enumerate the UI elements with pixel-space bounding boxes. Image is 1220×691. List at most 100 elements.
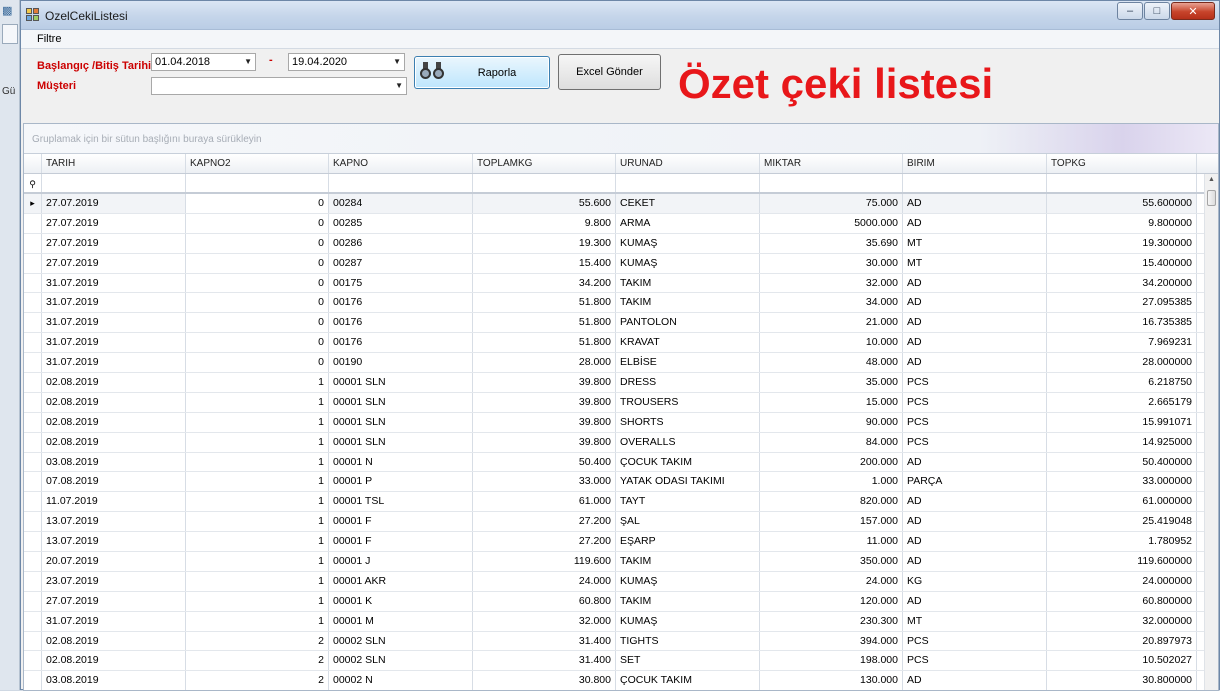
- cell-miktar[interactable]: 35.000: [760, 373, 903, 392]
- cell-urunad[interactable]: SHORTS: [616, 412, 760, 432]
- cell-kapno[interactable]: 00001 SLN: [329, 432, 473, 452]
- cell-miktar[interactable]: 48.000: [760, 353, 903, 373]
- cell-topkg[interactable]: 2.665179: [1047, 392, 1197, 412]
- row-indicator[interactable]: [24, 591, 42, 611]
- cell-miktar[interactable]: 157.000: [760, 512, 903, 532]
- cell-kapno2[interactable]: 0: [186, 273, 329, 293]
- cell-toplamkg[interactable]: 39.800: [473, 373, 616, 392]
- cell-birim[interactable]: AD: [903, 194, 1047, 213]
- cell-topkg[interactable]: 27.095385: [1047, 293, 1197, 313]
- cell-birim[interactable]: AD: [903, 671, 1047, 690]
- cell-urunad[interactable]: TAKIM: [616, 591, 760, 611]
- table-row[interactable]: 31.07.2019 1 00001 M 32.000 KUMAŞ 230.300 MT 32…: [24, 611, 1218, 632]
- cell-kapno2[interactable]: 1: [186, 611, 329, 631]
- cell-kapno[interactable]: 00002 N: [329, 671, 473, 690]
- row-indicator[interactable]: [24, 392, 42, 412]
- row-indicator[interactable]: [24, 631, 42, 651]
- row-indicator[interactable]: [24, 671, 42, 690]
- cell-topkg[interactable]: 10.502027: [1047, 651, 1197, 671]
- cell-birim[interactable]: AD: [903, 512, 1047, 532]
- cell-tarih[interactable]: 13.07.2019: [42, 512, 186, 532]
- table-row[interactable]: 27.07.2019 1 00001 K 60.800 TAKIM 120.000 AD 60…: [24, 591, 1218, 612]
- data-grid[interactable]: Gruplamak için bir sütun başlığını buray…: [23, 123, 1219, 691]
- cell-birim[interactable]: PCS: [903, 631, 1047, 651]
- cell-kapno[interactable]: 00001 SLN: [329, 373, 473, 392]
- cell-kapno[interactable]: 00001 N: [329, 452, 473, 472]
- row-indicator[interactable]: [24, 293, 42, 313]
- cell-tarih[interactable]: 27.07.2019: [42, 253, 186, 273]
- cell-urunad[interactable]: TIGHTS: [616, 631, 760, 651]
- cell-kapno[interactable]: 00001 AKR: [329, 571, 473, 591]
- cell-tarih[interactable]: 31.07.2019: [42, 611, 186, 631]
- cell-miktar[interactable]: 34.000: [760, 293, 903, 313]
- table-row[interactable]: 31.07.2019 0 00176 51.800 PANTOLON 21.000 AD 16…: [24, 313, 1218, 334]
- column-header-kapno2[interactable]: KAPNO2: [186, 154, 329, 173]
- cell-birim[interactable]: KG: [903, 571, 1047, 591]
- cell-topkg[interactable]: 6.218750: [1047, 373, 1197, 392]
- row-indicator[interactable]: [24, 233, 42, 253]
- cell-miktar[interactable]: 30.000: [760, 253, 903, 273]
- cell-toplamkg[interactable]: 24.000: [473, 571, 616, 591]
- row-indicator[interactable]: [24, 452, 42, 472]
- cell-birim[interactable]: PCS: [903, 432, 1047, 452]
- cell-urunad[interactable]: TAKIM: [616, 293, 760, 313]
- cell-birim[interactable]: AD: [903, 353, 1047, 373]
- cell-urunad[interactable]: KUMAŞ: [616, 611, 760, 631]
- cell-urunad[interactable]: EŞARP: [616, 532, 760, 552]
- cell-topkg[interactable]: 60.800000: [1047, 591, 1197, 611]
- row-indicator[interactable]: [24, 273, 42, 293]
- cell-kapno2[interactable]: 0: [186, 333, 329, 353]
- cell-birim[interactable]: AD: [903, 552, 1047, 571]
- cell-kapno2[interactable]: 0: [186, 253, 329, 273]
- cell-tarih[interactable]: 27.07.2019: [42, 233, 186, 253]
- cell-urunad[interactable]: TAKIM: [616, 273, 760, 293]
- cell-topkg[interactable]: 15.400000: [1047, 253, 1197, 273]
- cell-tarih[interactable]: 27.07.2019: [42, 213, 186, 233]
- cell-toplamkg[interactable]: 31.400: [473, 651, 616, 671]
- close-button[interactable]: ✕: [1171, 2, 1215, 20]
- cell-kapno[interactable]: 00176: [329, 293, 473, 313]
- table-row[interactable]: 27.07.2019 0 00287 15.400 KUMAŞ 30.000 MT 15.40…: [24, 253, 1218, 274]
- cell-urunad[interactable]: ARMA: [616, 213, 760, 233]
- cell-urunad[interactable]: ÇOCUK TAKIM: [616, 671, 760, 690]
- cell-urunad[interactable]: SET: [616, 651, 760, 671]
- cell-kapno2[interactable]: 0: [186, 313, 329, 333]
- cell-toplamkg[interactable]: 39.800: [473, 412, 616, 432]
- cell-miktar[interactable]: 11.000: [760, 532, 903, 552]
- cell-topkg[interactable]: 20.897973: [1047, 631, 1197, 651]
- cell-urunad[interactable]: DRESS: [616, 373, 760, 392]
- row-indicator[interactable]: [24, 432, 42, 452]
- table-row[interactable]: 11.07.2019 1 00001 TSL 61.000 TAYT 820.000 AD 6…: [24, 492, 1218, 513]
- cell-birim[interactable]: AD: [903, 213, 1047, 233]
- cell-miktar[interactable]: 198.000: [760, 651, 903, 671]
- cell-kapno[interactable]: 00002 SLN: [329, 631, 473, 651]
- cell-kapno2[interactable]: 1: [186, 591, 329, 611]
- row-indicator[interactable]: [24, 552, 42, 571]
- cell-topkg[interactable]: 16.735385: [1047, 313, 1197, 333]
- cell-kapno2[interactable]: 0: [186, 353, 329, 373]
- cell-topkg[interactable]: 34.200000: [1047, 273, 1197, 293]
- table-row[interactable]: 31.07.2019 0 00176 51.800 TAKIM 34.000 AD 27.09…: [24, 293, 1218, 314]
- cell-tarih[interactable]: 27.07.2019: [42, 194, 186, 213]
- filter-cell-miktar[interactable]: [760, 174, 903, 192]
- cell-birim[interactable]: AD: [903, 333, 1047, 353]
- cell-kapno2[interactable]: 1: [186, 452, 329, 472]
- cell-toplamkg[interactable]: 34.200: [473, 273, 616, 293]
- cell-kapno[interactable]: 00001 M: [329, 611, 473, 631]
- cell-miktar[interactable]: 5000.000: [760, 213, 903, 233]
- cell-kapno2[interactable]: 1: [186, 571, 329, 591]
- cell-topkg[interactable]: 61.000000: [1047, 492, 1197, 512]
- cell-kapno2[interactable]: 0: [186, 213, 329, 233]
- cell-miktar[interactable]: 120.000: [760, 591, 903, 611]
- cell-birim[interactable]: MT: [903, 253, 1047, 273]
- cell-topkg[interactable]: 1.780952: [1047, 532, 1197, 552]
- minimize-button[interactable]: –: [1117, 2, 1143, 20]
- excel-export-button[interactable]: Excel Gönder: [558, 54, 661, 90]
- cell-tarih[interactable]: 07.08.2019: [42, 472, 186, 492]
- row-indicator[interactable]: [24, 532, 42, 552]
- cell-birim[interactable]: PARÇA: [903, 472, 1047, 492]
- report-button[interactable]: Raporla: [414, 56, 550, 89]
- table-row[interactable]: 13.07.2019 1 00001 F 27.200 EŞARP 11.000 AD 1.7…: [24, 532, 1218, 553]
- cell-tarih[interactable]: 27.07.2019: [42, 591, 186, 611]
- cell-miktar[interactable]: 75.000: [760, 194, 903, 213]
